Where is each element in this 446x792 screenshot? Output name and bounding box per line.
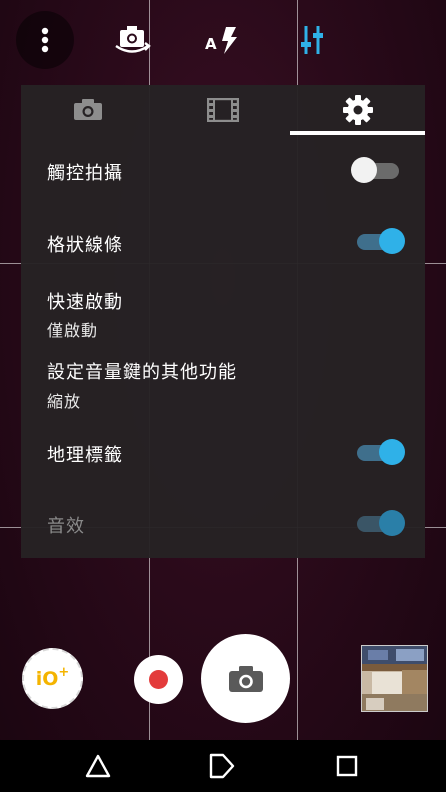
sound-toggle[interactable] <box>357 510 405 536</box>
setting-volume-key[interactable]: 設定音量鍵的其他功能 縮放 <box>21 347 425 417</box>
gallery-thumbnail[interactable] <box>361 645 428 712</box>
setting-value: 僅啟動 <box>47 321 99 340</box>
setting-label: 快速啟動 <box>47 292 123 313</box>
geotag-toggle[interactable] <box>357 439 405 465</box>
mode-label: iO <box>35 667 59 690</box>
photo-thumbnail-image <box>362 646 427 711</box>
camera-icon <box>74 99 103 120</box>
settings-tabs <box>21 85 425 135</box>
setting-label: 格狀線條 <box>47 235 123 256</box>
system-nav-bar <box>0 740 446 792</box>
camera-icon <box>228 665 263 692</box>
gear-icon <box>342 95 373 125</box>
camera-settings-panel: 觸控拍攝 格狀線條 快速啟動 僅啟動 設定音量鍵的其他功能 縮放 地理標籤 音效 <box>21 85 425 558</box>
setting-label: 地理標籤 <box>47 445 123 466</box>
more-options-button[interactable] <box>16 11 74 69</box>
record-icon <box>149 670 168 689</box>
recents-button[interactable] <box>333 752 361 780</box>
setting-label: 設定音量鍵的其他功能 <box>47 362 237 383</box>
capture-mode-button[interactable]: iO + <box>22 648 83 709</box>
tab-settings[interactable] <box>290 85 425 135</box>
switch-camera-button[interactable] <box>112 20 152 60</box>
setting-value: 縮放 <box>47 392 82 411</box>
shutter-button[interactable] <box>201 634 290 723</box>
touch-capture-toggle[interactable] <box>351 157 399 183</box>
back-button[interactable] <box>84 752 112 780</box>
flash-auto-icon: A <box>205 27 237 54</box>
film-icon <box>207 98 239 122</box>
sliders-icon <box>301 26 323 54</box>
settings-sliders-button[interactable] <box>292 20 332 60</box>
record-video-button[interactable] <box>134 655 183 704</box>
back-icon <box>85 754 111 778</box>
svg-text:A: A <box>205 35 217 53</box>
camera-top-bar: A <box>0 0 446 80</box>
mode-plus-icon: + <box>58 665 70 680</box>
setting-sound[interactable]: 音效 <box>21 487 425 558</box>
setting-label: 觸控拍攝 <box>47 163 123 184</box>
switch-camera-icon <box>115 26 151 53</box>
home-button[interactable] <box>208 752 236 780</box>
flash-button[interactable]: A <box>202 20 242 60</box>
setting-touch-capture[interactable]: 觸控拍攝 <box>21 135 425 207</box>
setting-label: 音效 <box>47 516 85 537</box>
tab-video[interactable] <box>156 85 291 135</box>
setting-grid-lines[interactable]: 格狀線條 <box>21 207 425 277</box>
setting-geotag[interactable]: 地理標籤 <box>21 417 425 487</box>
tab-photo[interactable] <box>21 85 156 135</box>
setting-quick-launch[interactable]: 快速啟動 僅啟動 <box>21 277 425 345</box>
recents-icon <box>336 755 358 777</box>
grid-lines-toggle[interactable] <box>357 228 405 254</box>
more-vert-icon <box>41 27 49 53</box>
home-icon <box>209 753 235 779</box>
